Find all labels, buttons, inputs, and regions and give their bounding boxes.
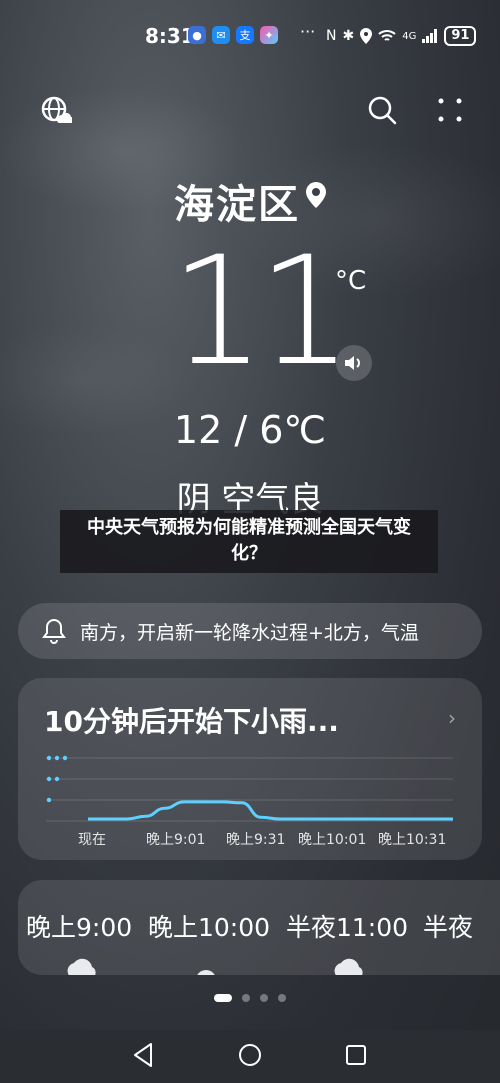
alert-text: 南方，开启新一轮降水过程+北方，气温 xyxy=(80,621,419,644)
hour-label: 晚上9:00 xyxy=(26,913,133,942)
app-notification-icon-2: ✦ xyxy=(260,26,278,44)
weather-alert-pill[interactable]: 南方，开启新一轮降水过程+北方，气温 xyxy=(18,603,482,659)
rain-time-label: 晚上10:31 xyxy=(378,832,447,848)
bell-icon xyxy=(42,618,66,644)
rain-time-label: 现在 xyxy=(78,832,106,848)
rain-intensity-drop-icon xyxy=(62,755,68,761)
location-header[interactable]: 海淀区 xyxy=(0,172,500,230)
system-navigation-bar xyxy=(0,1030,500,1083)
back-icon[interactable] xyxy=(131,1042,155,1068)
page-dot-active xyxy=(214,994,232,1002)
rain-intensity-drop-icon xyxy=(46,797,52,803)
home-icon[interactable] xyxy=(238,1042,262,1068)
status-right: N ✱ 4G 91 xyxy=(326,26,477,46)
speaker-icon xyxy=(345,356,360,370)
rain-intensity-drop-icon xyxy=(54,776,60,782)
chat-notification-icon: ✉ xyxy=(212,26,230,44)
hourly-forecast-card[interactable]: 晚上9:00 晚上10:00 半夜11:00 半夜 xyxy=(18,880,500,975)
rain-intensity-drop-icon xyxy=(46,776,52,782)
location-pin-icon xyxy=(306,182,326,208)
speaker-button[interactable] xyxy=(336,345,372,381)
signal-icon xyxy=(422,29,438,43)
precipitation-card[interactable]: 10分钟后开始下小雨... › 现在 晚上9:01 晚上9:31 晚上10:01… xyxy=(18,678,482,860)
page-dot xyxy=(242,994,250,1002)
page-dot xyxy=(278,994,286,1002)
rain-time-label: 晚上9:31 xyxy=(226,832,286,848)
rain-intensity-drop-icon xyxy=(54,755,60,761)
rain-time-label: 晚上10:01 xyxy=(298,832,367,848)
hour-label: 半夜11:00 xyxy=(286,913,409,942)
page-indicator xyxy=(0,994,500,1002)
more-vertical-icon[interactable] xyxy=(437,97,463,127)
nfc-icon: N xyxy=(326,28,337,44)
app-notification-icon: ● xyxy=(188,26,206,44)
page-dot xyxy=(260,994,268,1002)
temperature-unit: °C xyxy=(335,266,367,296)
hour-label: 晚上10:00 xyxy=(148,913,271,942)
location-name: 海淀区 xyxy=(174,182,300,228)
rain-intensity-line xyxy=(87,800,453,821)
current-temperature: 11 xyxy=(170,225,353,399)
search-icon[interactable] xyxy=(367,95,397,129)
status-bar: 8:31 ● ✉ 支 ✦ ··· N ✱ 4G 91 xyxy=(0,22,500,52)
cloud-icon xyxy=(197,970,215,975)
recents-icon[interactable] xyxy=(344,1042,368,1068)
location-status-icon xyxy=(360,28,373,44)
alipay-notification-icon: 支 xyxy=(236,26,254,44)
network-type: 4G xyxy=(402,30,417,42)
bluetooth-icon: ✱ xyxy=(342,28,355,44)
hour-label: 半夜 xyxy=(423,913,474,942)
cloud-icon xyxy=(67,958,96,975)
cloud-icon xyxy=(334,958,363,975)
news-banner[interactable]: 中央天气预报为何能精准预测全国天气变化？ xyxy=(60,510,438,573)
more-notifications-icon: ··· xyxy=(300,22,316,41)
wifi-icon xyxy=(378,30,396,41)
status-app-icons: ● ✉ 支 ✦ xyxy=(188,26,278,44)
rain-time-label: 晚上9:01 xyxy=(146,832,206,848)
temperature-range: 12 / 6℃ xyxy=(173,408,327,452)
battery-icon: 91 xyxy=(444,26,477,46)
globe-cloud-icon[interactable] xyxy=(40,95,74,131)
rain-intensity-drop-icon xyxy=(46,755,52,761)
